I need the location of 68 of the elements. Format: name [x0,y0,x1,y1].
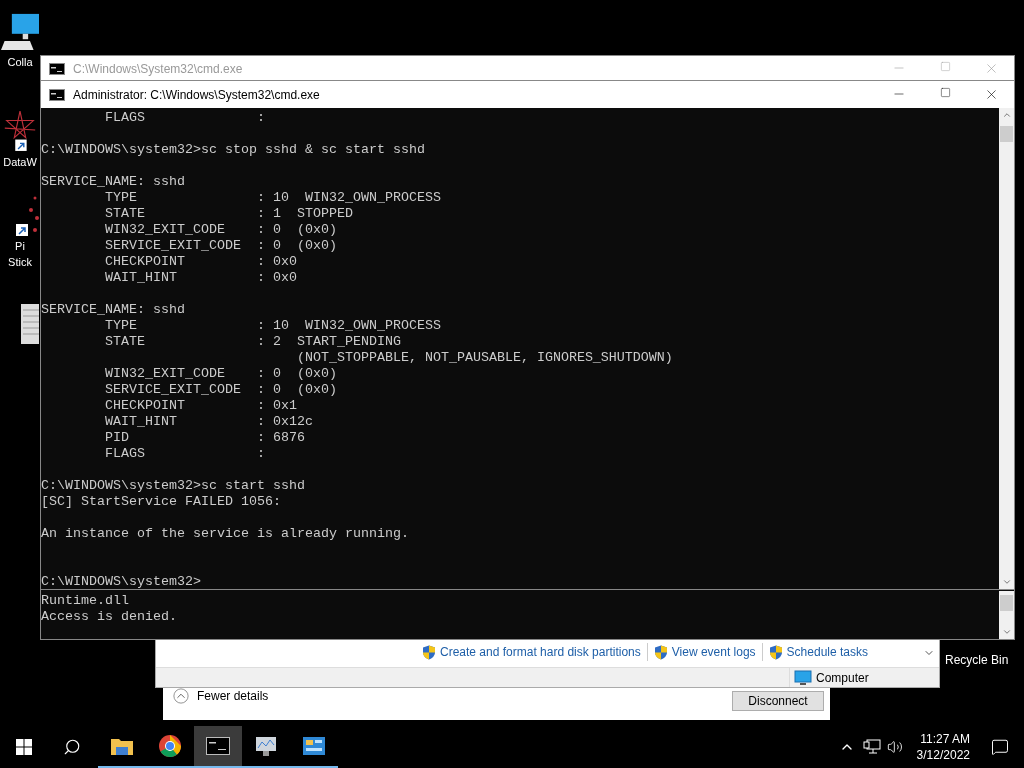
clock-date: 3/12/2022 [916,747,970,763]
shield-icon [768,644,783,660]
console-line: (NOT_STOPPABLE, NOT_PAUSABLE, IGNORES_SHUTDOWN) [295,350,674,366]
desktop-icon-label[interactable]: Recycle Bin [945,651,1009,669]
clock-time: 11:27 AM [920,731,970,747]
task-link[interactable]: Schedule tasks [786,643,868,661]
taskbar-app[interactable] [194,726,242,768]
console-line: Access is denied. [41,609,178,625]
console-line: C:\WINDOWS\system32>sc stop sshd & sc start sshd [41,142,426,158]
document-icon [21,304,39,344]
window-title: Administrator: C:\Windows\System32\cmd.exe [73,86,320,104]
console-line: CHECKPOINT : 0x0 [104,254,298,270]
console-line: TYPE : 10 WIN32_OWN_PROCESS [104,190,442,206]
maximize-icon [939,87,951,98]
console-line: WIN32_EXIT_CODE : 0 (0x0) [104,366,338,382]
console-line: STATE : 2 START_PENDING [104,334,402,350]
disconnect-button[interactable]: Disconnect [732,691,824,711]
console-line: WAIT_HINT : 0x0 [104,270,298,286]
console-line: SERVICE_NAME: sshd [41,174,186,190]
notifications-icon [991,738,1009,756]
desktop-icon-label[interactable]: Colla [7,54,33,70]
desktop-icon-label[interactable]: Pi [15,238,25,254]
console-line: FLAGS : [104,110,266,126]
scroll-down-icon[interactable] [1001,577,1012,587]
windows-icon [16,739,32,755]
console-line: [SC] StartService FAILED 1056: [41,494,282,510]
scroll-thumb[interactable] [1000,126,1013,142]
task-link[interactable]: Create and format hard disk partitions [440,643,641,661]
console-line: SERVICE_EXIT_CODE : 0 (0x0) [104,238,338,254]
shield-icon [653,644,668,660]
folder-icon [110,736,134,756]
collapse-icon[interactable] [173,688,189,704]
console-icon [206,737,230,755]
browser-icon [158,734,182,758]
details-toggle[interactable]: Fewer details [197,687,269,705]
scroll-down-icon[interactable] [1001,627,1012,637]
console-line: SERVICE_EXIT_CODE : 0 (0x0) [104,382,338,398]
console-line: PID : 6876 [104,430,306,446]
clock[interactable]: 11:27 AM 3/12/2022 [910,731,976,763]
console-line: WIN32_EXIT_CODE : 0 (0x0) [104,222,338,238]
console-line: STATE : 1 STOPPED [104,206,354,222]
scroll-thumb[interactable] [1000,595,1013,611]
task-link[interactable]: View event logs [671,643,756,661]
volume-icon[interactable] [886,739,903,755]
dashboard-icon [302,736,326,756]
desktop-icon-label[interactable]: DataW [3,154,37,170]
console-icon [49,62,65,75]
desktop-icon-label[interactable]: Stick [8,254,32,270]
window-title: C:\Windows\System32\cmd.exe [73,60,243,78]
scroll-up-icon[interactable] [1001,110,1012,120]
monitor-icon [794,669,812,686]
search-icon [63,738,81,756]
console-line: TYPE : 10 WIN32_OWN_PROCESS [104,318,442,334]
console-line: An instance of the service is already running. [41,526,410,542]
console-line: SERVICE_NAME: sshd [41,302,186,318]
console-icon [49,88,65,101]
shield-icon [422,644,436,660]
status-text: Computer [816,669,869,687]
console-line: WAIT_HINT : 0x12c [104,414,314,430]
maximize-icon [939,61,951,72]
shortcut-icon [15,196,39,238]
monitor-icon [254,735,278,757]
console-line: C:\WINDOWS\system32>sc start sshd [41,478,306,494]
console-line: FLAGS : [104,446,266,462]
console-line: Runtime.dll [41,593,130,609]
console-line: C:\WINDOWS\system32> [41,574,202,590]
network-icon[interactable] [862,739,881,755]
console-line: CHECKPOINT : 0x1 [104,398,298,414]
